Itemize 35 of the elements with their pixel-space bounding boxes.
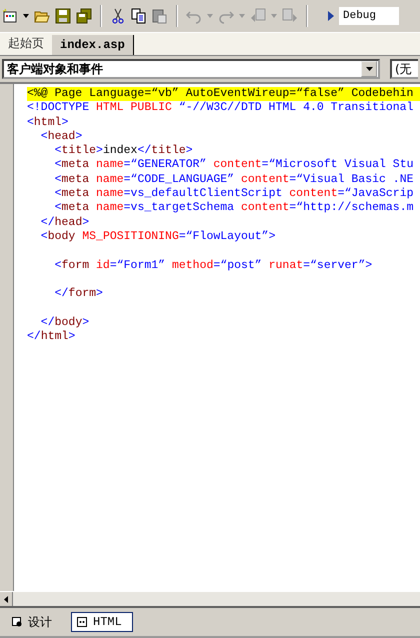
document-tab[interactable]: 起始页 — [0, 32, 52, 55]
html-view-icon — [77, 617, 87, 627]
code-line: <!DOCTYPE HTML PUBLIC “-//W3C//DTD HTML 4.0 Transitional — [27, 101, 414, 114]
code-line: </head> — [40, 216, 90, 229]
paste-icon[interactable] — [152, 8, 168, 24]
code-line: <title>index</title> — [54, 144, 193, 158]
code-line: <meta name=vs_targetSchema content=“http://schemas.m — [54, 201, 414, 214]
dropdown-caret-icon[interactable] — [23, 14, 29, 18]
code-editor[interactable] — [14, 84, 420, 591]
cut-icon[interactable] — [110, 8, 126, 24]
code-line: <body MS_POSITIONING=“FlowLayout”> — [40, 230, 276, 243]
view-tab[interactable]: 设计 — [6, 610, 63, 634]
code-line: <html> — [27, 116, 68, 129]
save-icon[interactable] — [55, 8, 71, 24]
start-icon[interactable] — [328, 11, 334, 21]
copy-icon[interactable] — [131, 8, 147, 24]
code-line: <meta name=“GENERATOR” content=“Microsoft Visual Stu — [54, 158, 414, 172]
code-line: </form> — [54, 287, 103, 300]
save-all-icon[interactable] — [76, 8, 92, 24]
object-dropdown[interactable]: 客户端对象和事件 — [2, 59, 380, 79]
new-project-icon[interactable] — [2, 8, 18, 24]
dropdown-arrow-icon — [366, 67, 372, 71]
code-line: <meta name=vs_defaultClientScript content=“JavaScrip — [54, 187, 414, 200]
code-line: <meta name=“CODE_LANGUAGE” content=“Visual Basic .NE — [54, 172, 414, 186]
view-tab[interactable]: HTML — [71, 612, 133, 632]
code-line: <%@ Page Language=“vb” AutoEventWireup=“false” Codebehin — [27, 87, 414, 100]
event-dropdown[interactable]: (无 — [390, 59, 418, 79]
left-arrow-icon — [4, 596, 8, 602]
code-line: <head> — [40, 130, 82, 143]
code-line: <form id=“Form1” method=“post” runat=“server”> — [54, 258, 372, 272]
design-view-icon — [12, 617, 22, 627]
configuration-dropdown[interactable]: Debug — [339, 7, 399, 25]
document-tab[interactable]: index.asp — [52, 35, 134, 55]
code-line: </body> — [40, 316, 90, 329]
code-line: </html> — [27, 330, 76, 344]
